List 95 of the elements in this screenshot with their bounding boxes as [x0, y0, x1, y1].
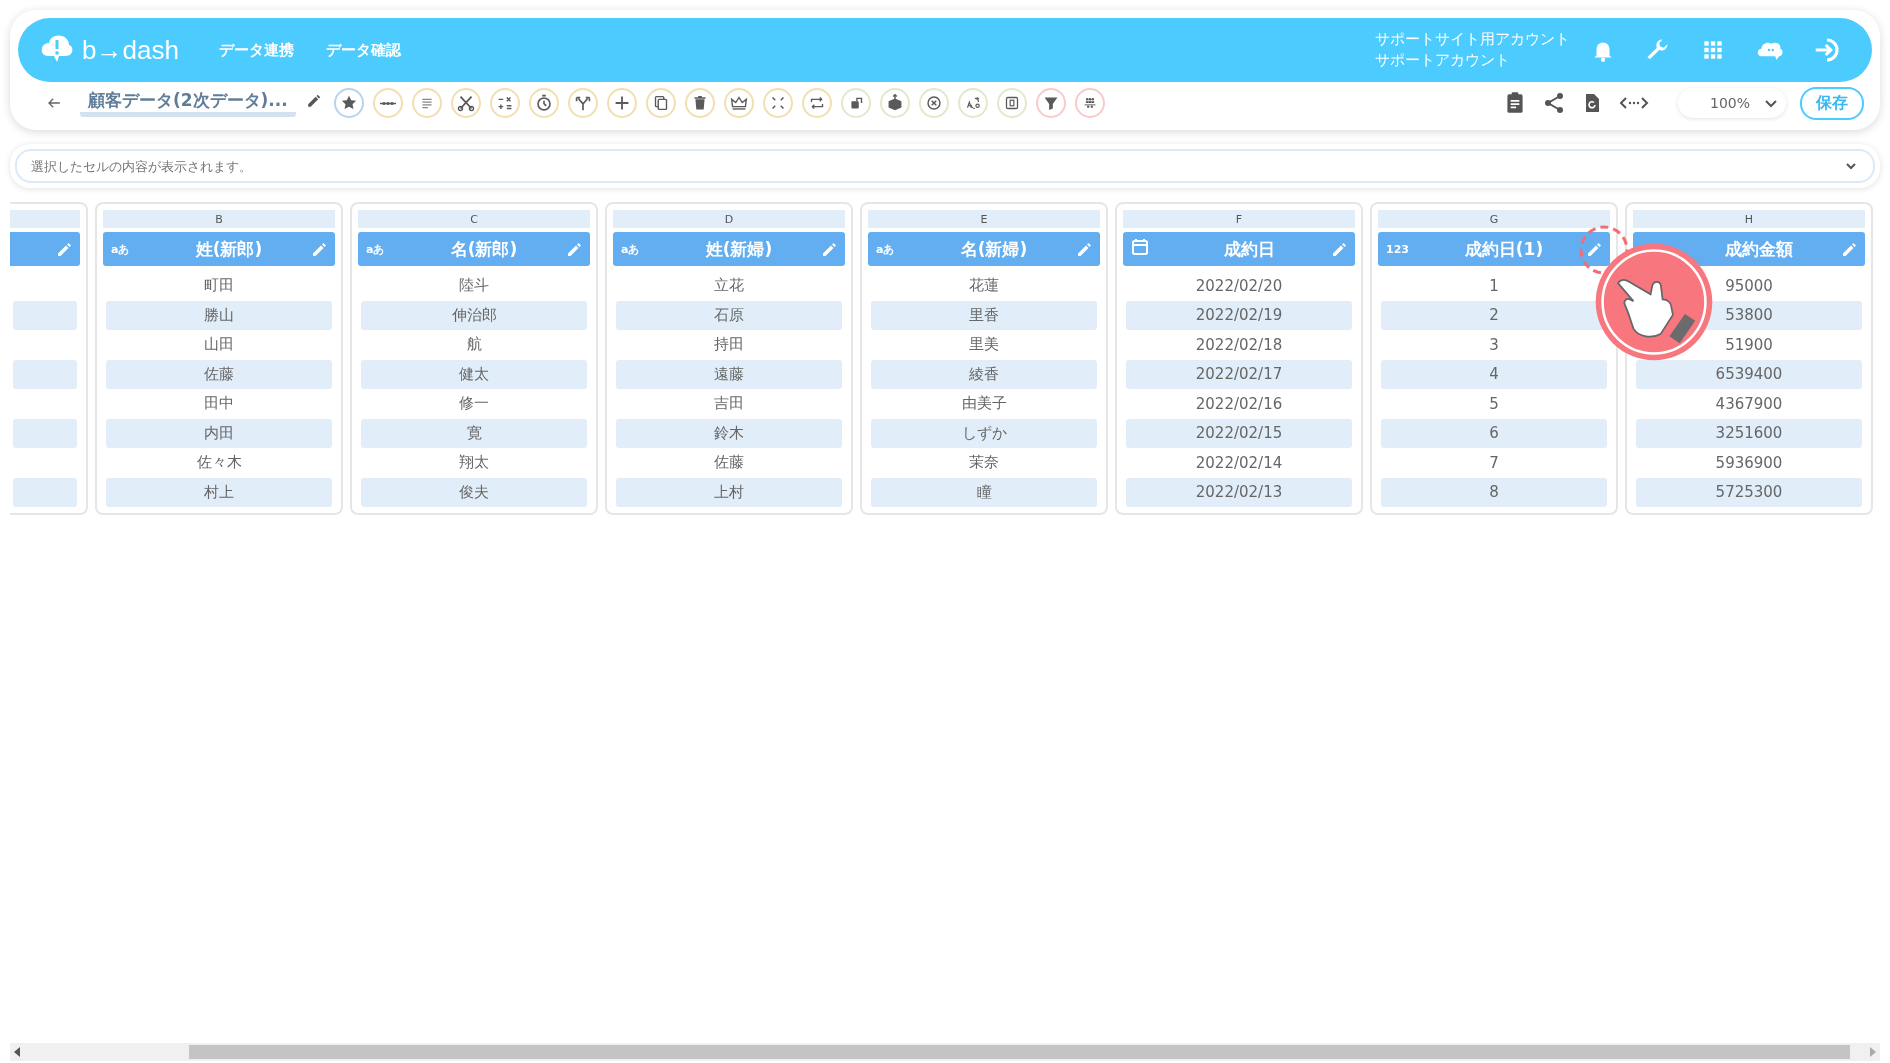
column-letter: E — [868, 210, 1100, 228]
table-cell[interactable]: 持田 — [616, 330, 842, 360]
cancel-button[interactable] — [918, 88, 949, 118]
star-button[interactable] — [333, 88, 364, 118]
table-cell[interactable]: 2022/02/14 — [1126, 448, 1352, 478]
cell-content-field[interactable]: 選択したセルの内容が表示されます。 — [15, 149, 1875, 183]
table-cell[interactable]: 2022/02/19 — [1126, 300, 1352, 330]
type-label: aあ — [876, 241, 896, 257]
table-cell[interactable]: 内田 — [106, 418, 332, 448]
type-label: aあ — [111, 241, 131, 257]
table-cell[interactable]: 綾香 — [871, 359, 1097, 389]
column-letter: B — [103, 210, 335, 228]
scroll-left-icon[interactable] — [14, 1047, 22, 1057]
table-cell[interactable]: 勝山 — [106, 300, 332, 330]
table-cell[interactable]: 佐々木 — [106, 448, 332, 478]
translate-button[interactable] — [957, 88, 988, 118]
column-letter: G — [1378, 210, 1610, 228]
table-cell[interactable]: 修一 — [361, 389, 587, 419]
column-letter: C — [358, 210, 590, 228]
table-cell[interactable]: 5725300 — [1636, 477, 1862, 507]
trash-button[interactable] — [684, 88, 715, 118]
copy-button[interactable] — [645, 88, 676, 118]
table-cell[interactable]: 里美 — [871, 330, 1097, 360]
math-button[interactable] — [489, 88, 520, 118]
table-cell[interactable]: 3251600 — [1636, 418, 1862, 448]
table-cell[interactable]: 由美子 — [871, 389, 1097, 419]
table-cell[interactable]: 寛 — [361, 418, 587, 448]
table-cell[interactable]: 鈴木 — [616, 418, 842, 448]
dotted-line-button[interactable] — [372, 88, 403, 118]
table-cell[interactable]: 佐藤 — [616, 448, 842, 478]
table-cell[interactable]: 3 — [1381, 330, 1607, 360]
scissors-button[interactable] — [450, 88, 481, 118]
account-name: サポートサイト用アカウント サポートアカウント — [1375, 29, 1570, 71]
stopwatch-button[interactable] — [528, 88, 559, 118]
table-cell[interactable]: 町田 — [106, 271, 332, 301]
type-label: aあ — [366, 241, 386, 257]
table-cell[interactable]: 田中 — [106, 389, 332, 419]
table-cell[interactable]: 花蓮 — [871, 271, 1097, 301]
table-cell[interactable]: 2022/02/18 — [1126, 330, 1352, 360]
table-cell[interactable]: 5 — [1381, 389, 1607, 419]
frame-button[interactable] — [996, 88, 1027, 118]
table-cell[interactable]: しずか — [871, 418, 1097, 448]
repeat-button[interactable] — [801, 88, 832, 118]
table-cell[interactable]: 4367900 — [1636, 389, 1862, 419]
logo-text: b→dash — [82, 34, 179, 66]
table-cell[interactable]: 里香 — [871, 300, 1097, 330]
table-cell[interactable]: 2022/02/20 — [1126, 271, 1352, 301]
table-cell[interactable]: 7 — [1381, 448, 1607, 478]
column-letter: D — [613, 210, 845, 228]
table-cell[interactable]: 8 — [1381, 477, 1607, 507]
dotted-line-icon — [379, 100, 396, 106]
empty-cell[interactable] — [13, 300, 77, 330]
box-upload-button[interactable] — [879, 88, 910, 118]
split-arrow-button[interactable] — [567, 88, 598, 118]
zoom-select[interactable]: 100% — [1678, 88, 1786, 118]
table-cell[interactable]: 俊夫 — [361, 477, 587, 507]
lock-box-button[interactable] — [840, 88, 871, 118]
table-cell[interactable]: 陸斗 — [361, 271, 587, 301]
table-cell[interactable]: 上村 — [616, 477, 842, 507]
dataset-title[interactable]: 顧客データ(2次データ)... — [80, 89, 296, 117]
table-cell[interactable]: 健太 — [361, 359, 587, 389]
table-cell[interactable]: 伸治郎 — [361, 300, 587, 330]
table-cell[interactable]: 2022/02/13 — [1126, 477, 1352, 507]
crown-button[interactable] — [723, 88, 754, 118]
table-cell[interactable]: 6 — [1381, 418, 1607, 448]
table-cell[interactable]: 村上 — [106, 477, 332, 507]
table-cell[interactable]: 茉奈 — [871, 448, 1097, 478]
empty-cell[interactable] — [13, 359, 77, 389]
table-cell[interactable]: 5936900 — [1636, 448, 1862, 478]
plus-button[interactable] — [606, 88, 637, 118]
table-cell[interactable]: 立花 — [616, 271, 842, 301]
table-cell[interactable]: 吉田 — [616, 389, 842, 419]
column-letter: H — [1633, 210, 1865, 228]
calendar-icon — [1131, 238, 1149, 256]
table-cell[interactable]: 遠藤 — [616, 359, 842, 389]
table-cell[interactable]: 石原 — [616, 300, 842, 330]
column-letter — [10, 210, 80, 228]
empty-cell[interactable] — [13, 477, 77, 507]
table-cell[interactable]: 2022/02/16 — [1126, 389, 1352, 419]
table-cell[interactable]: 翔太 — [361, 448, 587, 478]
type-label: 123 — [1386, 242, 1410, 256]
horizontal-scrollbar[interactable] — [10, 1043, 1880, 1061]
column-letter: F — [1123, 210, 1355, 228]
table-cell[interactable]: 4 — [1381, 359, 1607, 389]
table-cell[interactable]: 佐藤 — [106, 359, 332, 389]
empty-cell[interactable] — [13, 418, 77, 448]
share-icon — [1542, 91, 1566, 115]
table-cell[interactable]: 瞳 — [871, 477, 1097, 507]
table-cell[interactable]: 2022/02/17 — [1126, 359, 1352, 389]
table-cell[interactable]: 6539400 — [1636, 359, 1862, 389]
type-label: aあ — [621, 241, 641, 257]
table-cell[interactable]: 山田 — [106, 330, 332, 360]
funnel-button[interactable] — [1035, 88, 1066, 118]
table-cell[interactable]: 航 — [361, 330, 587, 360]
table-cell[interactable]: 2022/02/15 — [1126, 418, 1352, 448]
